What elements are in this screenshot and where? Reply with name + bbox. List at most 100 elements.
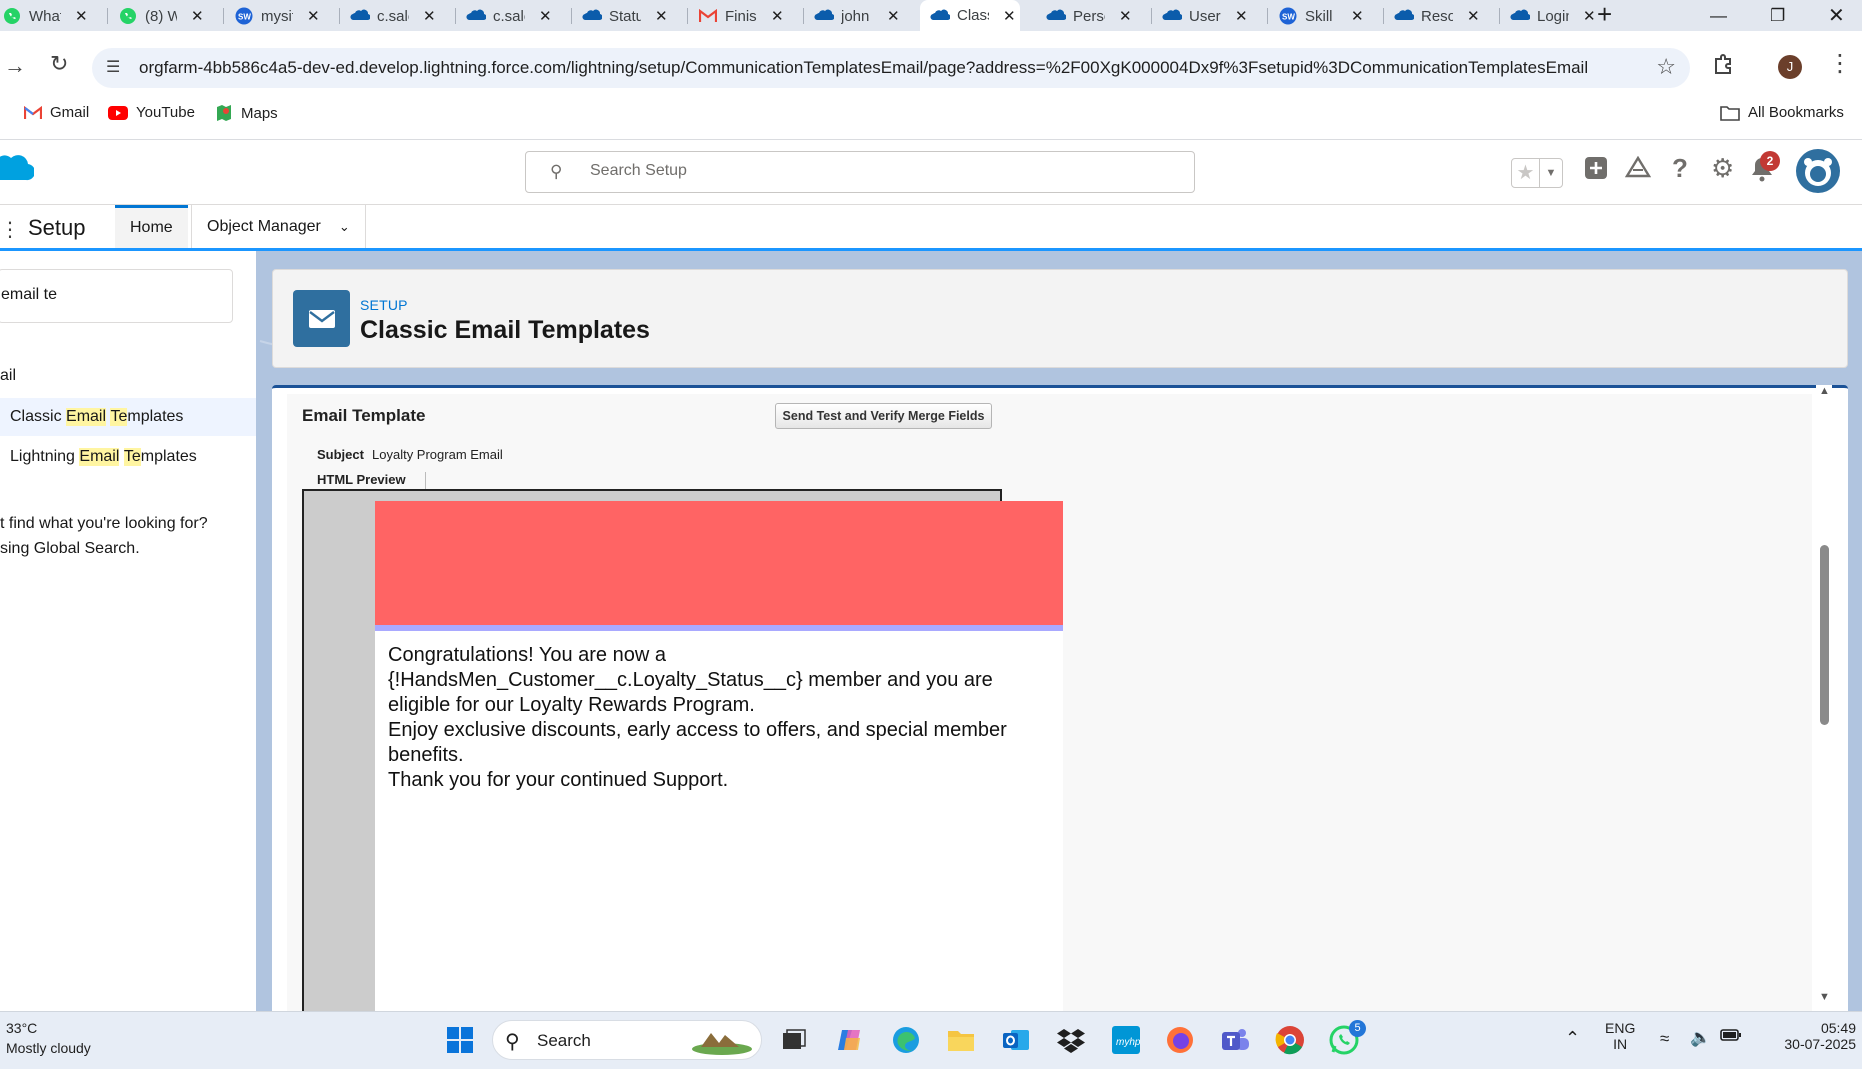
taskbar-search-label: Search <box>537 1031 591 1050</box>
close-tab-icon[interactable]: ✕ <box>1235 7 1248 25</box>
browser-menu-icon[interactable]: ⋮ <box>1828 49 1852 78</box>
app-name: Setup <box>28 215 86 240</box>
chevron-down-icon[interactable]: ⌄ <box>339 219 350 235</box>
profile-avatar[interactable]: J <box>1778 55 1802 79</box>
browser-tab[interactable]: Login ✕ <box>1500 2 1616 30</box>
html-preview-tab[interactable]: HTML Preview <box>309 472 426 490</box>
browser-tab[interactable]: Users ✕ <box>1152 2 1268 30</box>
gear-icon[interactable]: ⚙ <box>1711 153 1734 184</box>
search-highlight: Email <box>66 408 107 426</box>
all-bookmarks-button[interactable]: All Bookmarks <box>1720 104 1844 121</box>
close-tab-icon[interactable]: ✕ <box>1119 7 1132 25</box>
restore-button[interactable]: ❐ <box>1770 0 1785 31</box>
browser-tab[interactable]: Classic Email Templates ✕ <box>920 0 1020 31</box>
bookmark-gmail[interactable]: Gmail <box>24 104 89 121</box>
browser-tab[interactable]: Status ✕ <box>572 2 688 30</box>
clock[interactable]: 05:49 30-07-2025 <box>1782 1020 1856 1052</box>
quick-find-input[interactable] <box>1 286 221 304</box>
close-tab-icon[interactable]: ✕ <box>887 7 900 25</box>
help-icon[interactable]: ? <box>1672 153 1688 184</box>
trailhead-guidance-icon[interactable] <box>1624 155 1652 187</box>
browser-tab-title: Classic Email Templates <box>957 7 989 24</box>
edge-browser-icon[interactable] <box>890 1024 922 1056</box>
windows-start-icon[interactable] <box>444 1024 476 1056</box>
wifi-icon[interactable]: ≈ <box>1660 1029 1669 1049</box>
battery-icon[interactable] <box>1720 1028 1742 1045</box>
address-bar[interactable]: ☰ orgfarm-4bb586c4a5-dev-ed.develop.ligh… <box>92 48 1690 88</box>
close-tab-icon[interactable]: ✕ <box>1467 7 1480 25</box>
close-tab-icon[interactable]: ✕ <box>423 7 436 25</box>
app-launcher-icon[interactable]: ⋮ <box>0 217 20 242</box>
section-title: Email Template <box>302 406 426 425</box>
close-window-button[interactable]: ✕ <box>1828 0 1845 31</box>
site-info-icon[interactable]: ☰ <box>106 57 120 77</box>
bookmark-maps[interactable]: Maps <box>215 104 278 122</box>
chevron-up-icon[interactable]: ⌃ <box>1565 1028 1580 1049</box>
browser-tab[interactable]: Person ✕ <box>1036 2 1152 30</box>
volume-icon[interactable]: 🔈 <box>1690 1028 1711 1048</box>
sidebar-group-email[interactable]: ail <box>0 367 16 385</box>
chrome-icon[interactable] <box>1274 1024 1306 1056</box>
browser-tab[interactable]: john ✕ <box>804 2 920 30</box>
tab-home[interactable]: Home <box>115 205 188 248</box>
scroll-thumb[interactable] <box>1820 545 1829 725</box>
teams-icon[interactable] <box>1219 1024 1251 1056</box>
quick-find-box[interactable] <box>0 269 233 323</box>
browser-tab-title: Finish <box>725 7 757 25</box>
close-tab-icon[interactable]: ✕ <box>1583 7 1596 25</box>
myhp-icon[interactable]: myhp <box>1110 1024 1142 1056</box>
browser-tab[interactable]: SW Skill ✕ <box>1268 2 1384 30</box>
setup-search-input[interactable] <box>590 162 1090 180</box>
dropbox-icon[interactable] <box>1055 1024 1087 1056</box>
browser-tab[interactable]: c.salesforce ✕ <box>456 2 572 30</box>
browser-tab[interactable]: WhatsApp ✕ <box>0 2 108 30</box>
close-tab-icon[interactable]: ✕ <box>771 7 784 25</box>
task-view-icon[interactable] <box>778 1024 810 1056</box>
scroll-down-icon[interactable]: ▼ <box>1819 991 1830 1003</box>
user-profile-avatar[interactable] <box>1796 149 1840 193</box>
firefox-icon[interactable] <box>1164 1024 1196 1056</box>
setup-search-box[interactable]: ⚲ <box>525 151 1195 193</box>
global-actions-icon[interactable] <box>1584 156 1608 187</box>
language-indicator[interactable]: ENG IN <box>1605 1020 1635 1052</box>
close-tab-icon[interactable]: ✕ <box>539 7 552 25</box>
close-tab-icon[interactable]: ✕ <box>191 7 204 25</box>
tab-separator <box>1267 8 1268 24</box>
bookmark-star-icon[interactable]: ☆ <box>1656 54 1676 80</box>
close-tab-icon[interactable]: ✕ <box>655 7 668 25</box>
bookmark-youtube[interactable]: YouTube <box>108 104 195 121</box>
weather-temperature[interactable]: 33°C <box>6 1020 37 1036</box>
browser-tab-strip: + — ❐ ✕ WhatsApp✕(8) WhatsApp✕SWmysite✕c… <box>0 0 1862 31</box>
outlook-icon[interactable] <box>1000 1024 1032 1056</box>
copilot-icon[interactable] <box>834 1024 866 1056</box>
reload-icon[interactable]: ↻ <box>50 51 68 77</box>
weather-description[interactable]: Mostly cloudy <box>6 1040 91 1056</box>
browser-tab[interactable]: SW mysite ✕ <box>224 2 340 30</box>
close-tab-icon[interactable]: ✕ <box>307 7 320 25</box>
label-part: Classic <box>10 408 67 425</box>
forward-icon[interactable]: → <box>4 53 26 79</box>
close-tab-icon[interactable]: ✕ <box>75 7 88 25</box>
sidebar-item-classic-email-templates[interactable]: Classic Email Te mplates <box>0 398 256 436</box>
extensions-icon[interactable] <box>1712 53 1734 81</box>
close-tab-icon[interactable]: ✕ <box>1351 7 1364 25</box>
favorites-button-group[interactable]: ★ ▼ <box>1511 158 1563 188</box>
tab-object-manager[interactable]: Object Manager ⌄ <box>191 205 366 248</box>
taskbar-search[interactable]: ⚲ Search <box>492 1020 762 1060</box>
send-test-button[interactable]: Send Test and Verify Merge Fields <box>775 403 992 429</box>
browser-tab[interactable]: Resources ✕ <box>1384 2 1500 30</box>
close-tab-icon[interactable]: ✕ <box>1003 7 1016 25</box>
sidebar-item-lightning-email-templates[interactable]: Lightning Email Te mplates <box>0 438 256 476</box>
scroll-up-icon[interactable]: ▲ <box>1819 385 1830 397</box>
browser-tab[interactable]: (8) WhatsApp ✕ <box>108 2 224 30</box>
content-scrollbar[interactable]: ▲ ▼ <box>1816 385 1832 1011</box>
favorites-star-icon[interactable]: ★ <box>1512 159 1540 187</box>
salesforce-logo[interactable] <box>0 152 34 190</box>
minimize-button[interactable]: — <box>1710 0 1727 31</box>
url-text[interactable]: orgfarm-4bb586c4a5-dev-ed.develop.lightn… <box>139 58 1588 78</box>
browser-tab[interactable]: Finish ✕ <box>688 2 804 30</box>
file-explorer-icon[interactable] <box>945 1024 977 1056</box>
favorites-dropdown-icon[interactable]: ▼ <box>1540 159 1562 187</box>
browser-tab[interactable]: c.salesforce ✕ <box>340 2 456 30</box>
hint-line[interactable]: sing Global Search. <box>0 536 208 561</box>
